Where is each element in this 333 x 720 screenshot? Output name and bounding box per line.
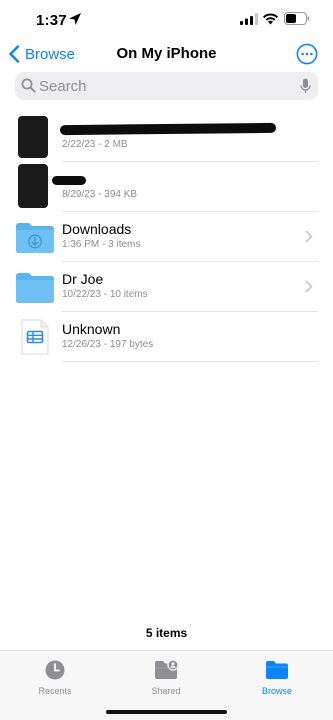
tab-shared[interactable]: Shared (126, 659, 206, 696)
folder-download-icon (16, 223, 54, 253)
file-row[interactable]: Unknown 12/26/23 - 197 bytes (0, 312, 333, 362)
file-row[interactable]: 2/22/23 - 2 MB (0, 112, 333, 162)
file-meta: 2/22/23 - 2 MB (62, 139, 128, 150)
file-meta: 8/29/23 - 394 KB (62, 189, 138, 200)
search-input[interactable] (39, 72, 289, 100)
file-list: 2/22/23 - 2 MB 8/29/23 - 394 KB Download… (0, 112, 333, 362)
home-indicator (106, 710, 227, 714)
file-row[interactable]: Downloads 1:36 PM - 3 items (0, 212, 333, 262)
page-title: On My iPhone (116, 45, 217, 62)
items-count: 5 items (145, 626, 188, 640)
redacted-thumbnail (18, 164, 48, 208)
file-name: Downloads (62, 221, 132, 237)
tab-label: Recents (38, 686, 72, 696)
file-meta: 12/26/23 - 197 bytes (62, 339, 154, 350)
spreadsheet-file-icon (21, 319, 49, 355)
wifi-icon (263, 13, 278, 25)
folder-icon (16, 273, 54, 303)
cellular-signal-icon (240, 13, 258, 25)
shared-folder-icon (155, 659, 178, 679)
file-row[interactable]: 8/29/23 - 394 KB (0, 162, 333, 212)
search-icon (21, 78, 36, 93)
row-divider (62, 361, 318, 362)
status-time: 1:37 (36, 12, 67, 29)
folder-icon (266, 661, 288, 679)
file-meta: 1:36 PM - 3 items (62, 239, 141, 250)
status-bar: 1:37 (0, 0, 333, 40)
search-bar (15, 72, 318, 100)
file-row[interactable]: Dr Joe 10/22/23 - 10 items (0, 262, 333, 312)
tab-recents[interactable]: Recents (15, 659, 95, 696)
navigation-bar: Browse On My iPhone (0, 40, 333, 68)
tab-label: Shared (151, 686, 181, 696)
ellipsis-circle-icon[interactable] (296, 43, 318, 65)
file-meta: 10/22/23 - 10 items (62, 289, 148, 300)
microphone-icon[interactable] (300, 78, 311, 94)
clock-icon (45, 660, 65, 680)
file-name: Dr Joe (62, 271, 104, 287)
file-name: Unknown (62, 321, 121, 337)
battery-icon (284, 12, 310, 25)
tab-browse[interactable]: Browse (237, 659, 317, 696)
chevron-right-icon (305, 280, 313, 293)
tab-label: Browse (261, 686, 292, 696)
location-arrow-icon (69, 13, 81, 25)
chevron-right-icon (305, 230, 313, 243)
redacted-file-name (52, 176, 86, 185)
redacted-thumbnail (18, 116, 48, 158)
redacted-file-name (59, 122, 277, 136)
